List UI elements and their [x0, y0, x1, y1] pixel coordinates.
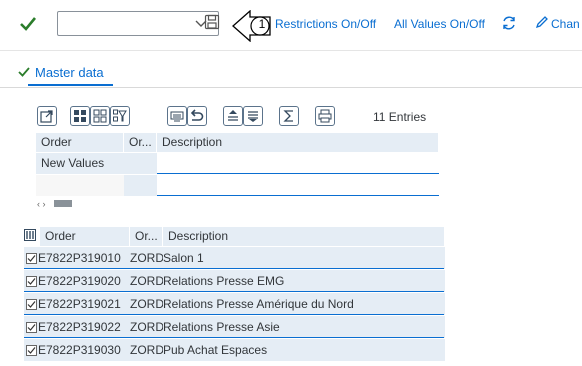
save-icon[interactable] [204, 14, 220, 30]
description-cell: Pub Achat Espaces [163, 343, 268, 357]
column-header-order[interactable]: Order [40, 227, 130, 246]
refresh-icon[interactable] [501, 15, 517, 31]
export-button[interactable] [37, 106, 57, 126]
check-icon[interactable] [18, 14, 38, 34]
scrollbar-thumb[interactable] [54, 200, 72, 207]
checkmark-icon [27, 278, 36, 285]
ord-type-input[interactable] [124, 175, 157, 196]
print-preview-button[interactable] [167, 106, 187, 126]
print-icon [318, 109, 332, 123]
sum-button[interactable] [279, 106, 299, 126]
table-row[interactable]: E7822P319021 ZORD Relations Presse Améri… [24, 293, 445, 315]
pencil-icon[interactable] [535, 15, 549, 29]
column-header-description[interactable]: Description [163, 227, 445, 246]
print-preview-icon [170, 111, 184, 122]
order-cell: E7822P319020 [38, 274, 121, 288]
ord-type-cell: ZORD [130, 343, 163, 357]
select-all-button[interactable] [70, 106, 90, 126]
row-separator [24, 268, 444, 269]
undo-icon [190, 109, 204, 121]
checkmark-icon [27, 255, 36, 262]
divider [0, 87, 582, 88]
order-cell: E7822P319021 [38, 297, 121, 311]
sum-icon [283, 110, 293, 122]
horizontal-scrollbar[interactable]: ‹ › [37, 199, 77, 209]
filter-icon [113, 109, 127, 122]
deselect-all-icon [93, 109, 107, 123]
ord-type-cell: ZORD [130, 274, 163, 288]
deselect-all-button[interactable] [90, 106, 110, 126]
column-settings-icon[interactable] [24, 229, 36, 241]
order-cell: E7822P319010 [38, 251, 121, 265]
ord-type-input[interactable] [124, 153, 157, 174]
description-input[interactable] [157, 175, 439, 196]
row-separator [24, 291, 444, 292]
export-icon [40, 110, 53, 123]
entries-count: 11 Entries [373, 110, 427, 124]
column-header-ord-type[interactable]: Or... [130, 227, 163, 246]
change-button[interactable]: Chan [551, 17, 580, 31]
description-input[interactable] [157, 153, 439, 174]
column-header-ord-type[interactable]: Or... [124, 133, 157, 152]
restrictions-toggle-button[interactable]: Restrictions On/Off [275, 17, 376, 31]
column-header-order[interactable]: Order [36, 133, 124, 152]
variant-select[interactable] [57, 11, 219, 36]
checkmark-icon [27, 324, 36, 331]
table-row[interactable]: E7822P319010 ZORD Salon 1 [24, 247, 445, 269]
order-cell: E7822P319022 [38, 320, 121, 334]
table-row[interactable]: E7822P319030 ZORD Pub Achat Espaces [24, 339, 445, 361]
description-cell: Salon 1 [163, 251, 204, 265]
ord-type-cell: ZORD [130, 297, 163, 311]
filter-button[interactable] [110, 106, 130, 126]
all-values-toggle-button[interactable]: All Values On/Off [394, 17, 485, 31]
align-justify-icon [248, 111, 258, 122]
description-cell: Relations Presse Asie [163, 320, 280, 334]
callout-number: 1 [258, 17, 266, 31]
ord-type-cell: ZORD [130, 320, 163, 334]
column-header-description[interactable]: Description [157, 133, 439, 152]
align-justify-button[interactable] [243, 106, 263, 126]
row-separator [24, 337, 444, 338]
check-icon [18, 67, 30, 77]
tab-label: Master data [35, 65, 104, 80]
align-left-icon [228, 110, 238, 121]
table-row-label: New Values [36, 153, 124, 174]
select-all-icon [74, 110, 86, 122]
description-cell: Relations Presse EMG [163, 274, 285, 288]
checkmark-icon [27, 347, 36, 354]
undo-button[interactable] [187, 106, 207, 126]
align-left-button[interactable] [223, 106, 243, 126]
print-button[interactable] [315, 106, 335, 126]
toolbar: 1 Restrictions On/Off All Values On/Off … [0, 0, 582, 51]
tab-selected-indicator [28, 84, 113, 86]
row-separator [24, 314, 444, 315]
table-row[interactable]: E7822P319022 ZORD Relations Presse Asie [24, 316, 445, 338]
scroll-arrows-icon[interactable]: ‹ › [37, 199, 46, 209]
ord-type-cell: ZORD [130, 251, 163, 265]
order-cell: E7822P319030 [38, 343, 121, 357]
checkmark-icon [27, 301, 36, 308]
table-row[interactable]: E7822P319020 ZORD Relations Presse EMG [24, 270, 445, 292]
table-row-label [36, 175, 124, 196]
description-cell: Relations Presse Amérique du Nord [163, 297, 354, 311]
